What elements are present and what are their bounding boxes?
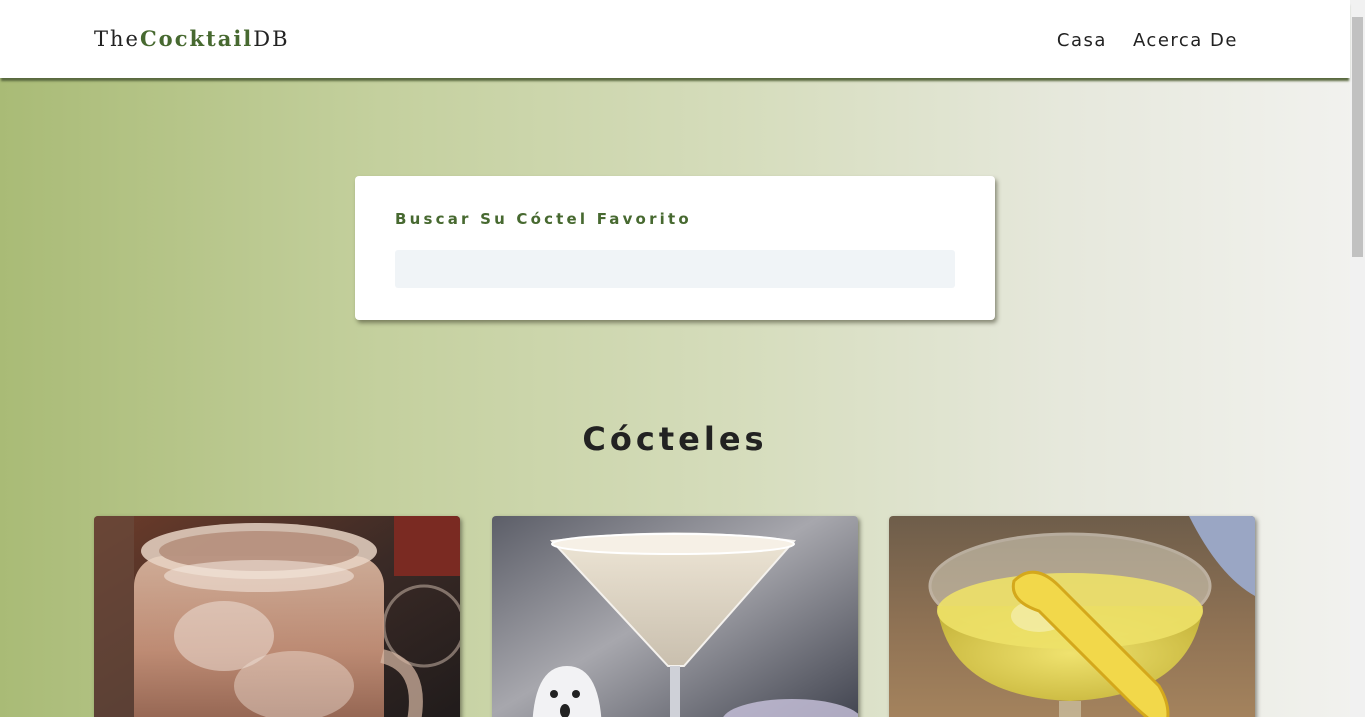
search-form: Buscar Su Cóctel Favorito bbox=[355, 176, 995, 320]
cocktail-card[interactable] bbox=[492, 516, 858, 717]
nav-link-acerca-de[interactable]: Acerca De bbox=[1133, 30, 1238, 51]
nav-link-casa[interactable]: Casa bbox=[1057, 30, 1107, 51]
scrollbar-thumb[interactable] bbox=[1352, 17, 1363, 257]
cocktail-coupe-lemon-photo bbox=[889, 516, 1255, 717]
nav-links: Casa Acerca De bbox=[1057, 30, 1238, 51]
page-scrollbar[interactable] bbox=[1350, 0, 1365, 717]
brand-accent: Cocktail bbox=[139, 26, 254, 51]
search-label: Buscar Su Cóctel Favorito bbox=[395, 210, 692, 228]
search-input[interactable] bbox=[395, 250, 955, 288]
cocktail-card[interactable] bbox=[889, 516, 1255, 717]
brand-suffix: DB bbox=[253, 27, 290, 51]
navbar: TheCocktailDB Casa Acerca De bbox=[0, 0, 1350, 78]
brand-logo[interactable]: TheCocktailDB bbox=[94, 26, 290, 51]
cocktail-martini-glass-photo bbox=[492, 516, 858, 717]
cocktail-card[interactable] bbox=[94, 516, 460, 717]
cocktail-mason-jar-photo bbox=[94, 516, 460, 717]
brand-prefix: The bbox=[94, 27, 140, 51]
section-title: Cócteles bbox=[582, 420, 768, 458]
